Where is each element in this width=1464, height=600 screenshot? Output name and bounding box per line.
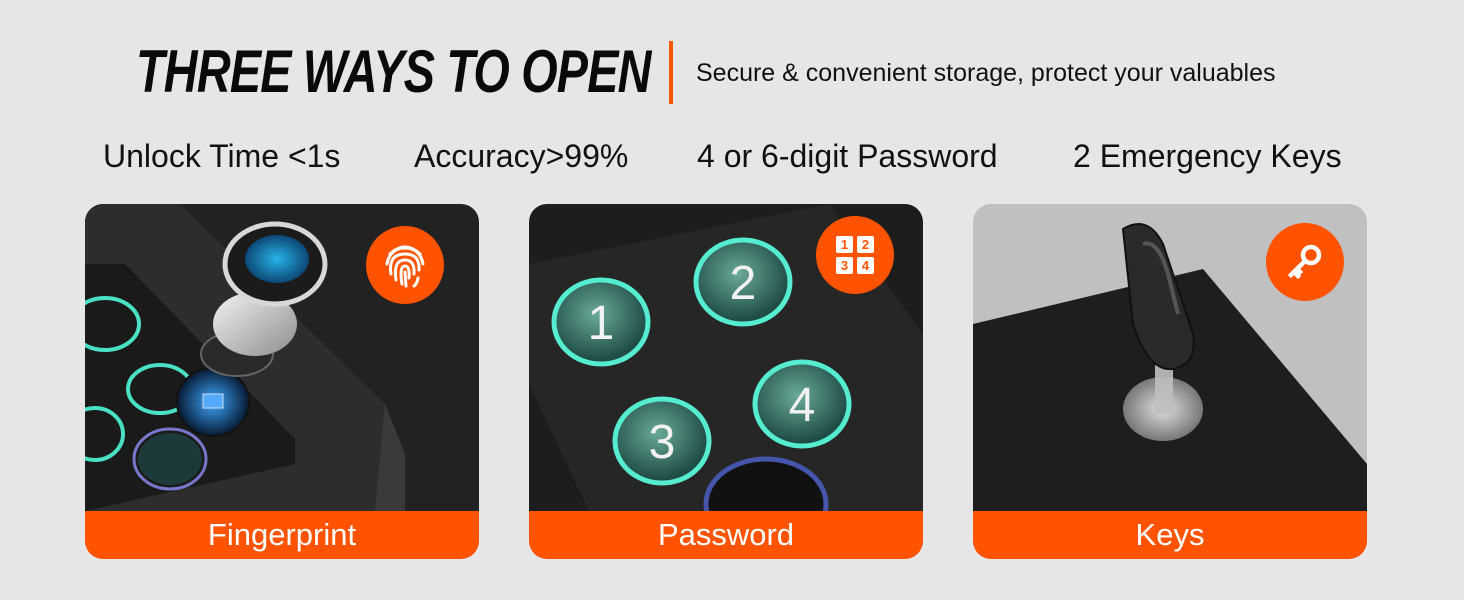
svg-text:3: 3 [841,258,848,273]
feature-emergency-keys: 2 Emergency Keys [1073,138,1342,174]
feature-unlock-time: Unlock Time <1s [103,138,341,174]
svg-text:4: 4 [862,258,870,273]
card-label-fingerprint: Fingerprint [85,511,479,559]
feature-accuracy: Accuracy>99% [414,138,629,174]
page-subtitle: Secure & convenient storage, protect you… [696,59,1276,87]
card-label-keys: Keys [973,511,1367,559]
key-2: 2 [730,257,757,310]
key-3: 3 [649,416,676,469]
card-label-password: Password [529,511,923,559]
page-title: THREE WAYS TO OPEN [136,38,651,105]
card-fingerprint: Fingerprint [85,204,479,559]
key-1: 1 [588,297,615,350]
key-4: 4 [789,379,816,432]
svg-text:2: 2 [862,237,869,252]
fingerprint-icon [366,226,444,304]
feature-password: 4 or 6-digit Password [697,138,998,174]
card-password: 1 2 4 3 1 2 3 4 Password [529,204,923,559]
key-icon [1266,223,1344,301]
svg-text:1: 1 [841,237,848,252]
keypad-icon: 1 2 3 4 [816,216,894,294]
title-divider [669,41,673,104]
card-keys: Keys [973,204,1367,559]
